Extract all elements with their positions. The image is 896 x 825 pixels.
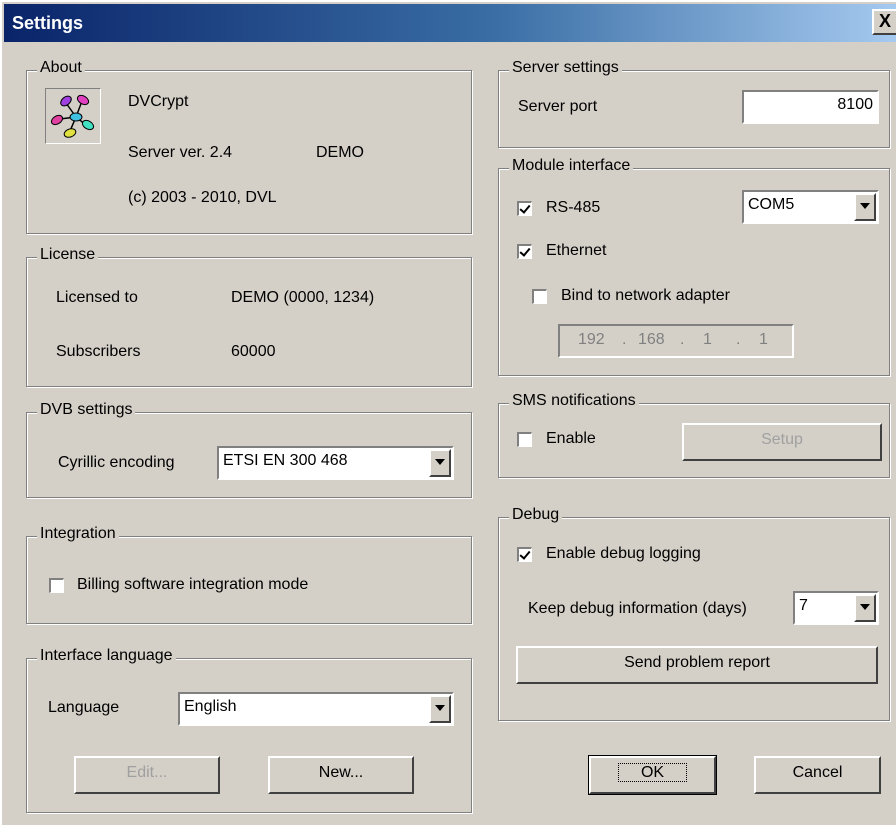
chevron-down-icon[interactable] bbox=[429, 449, 451, 477]
billing-integration-checkbox[interactable] bbox=[49, 578, 64, 593]
cancel-button[interactable]: Cancel bbox=[754, 756, 881, 794]
ip-octet-4: 1 bbox=[759, 331, 768, 348]
edit-language-button[interactable]: Edit... bbox=[74, 756, 220, 794]
close-icon: X bbox=[878, 11, 891, 31]
ok-button[interactable]: OK bbox=[588, 755, 717, 795]
ip-octet-1: 192 bbox=[578, 331, 605, 348]
licensed-to-value: DEMO (0000, 1234) bbox=[231, 289, 375, 306]
billing-integration-label[interactable]: Billing software integration mode bbox=[77, 576, 308, 594]
ip-octet-3: 1 bbox=[703, 331, 712, 348]
close-button[interactable]: X bbox=[872, 9, 896, 35]
new-language-button[interactable]: New... bbox=[268, 756, 414, 794]
subscribers-label: Subscribers bbox=[56, 343, 141, 360]
sms-setup-button[interactable]: Setup bbox=[682, 423, 882, 461]
cyrillic-encoding-select[interactable]: ETSI EN 300 468 bbox=[217, 446, 454, 480]
title-bar[interactable]: Settings X bbox=[4, 4, 896, 42]
keep-debug-label: Keep debug information (days) bbox=[528, 600, 747, 617]
ip-dot: . bbox=[680, 331, 685, 348]
debug-group-title: Debug bbox=[509, 506, 563, 524]
about-group-title: About bbox=[37, 59, 85, 77]
bind-adapter-label[interactable]: Bind to network adapter bbox=[561, 287, 730, 305]
debug-logging-label[interactable]: Enable debug logging bbox=[546, 545, 701, 563]
window-title: Settings bbox=[12, 13, 84, 33]
chevron-down-icon[interactable] bbox=[854, 193, 876, 221]
copyright-text: (c) 2003 - 2010, DVL bbox=[128, 189, 277, 206]
dvb-settings-group-title: DVB settings bbox=[37, 401, 136, 419]
subscribers-value: 60000 bbox=[231, 343, 276, 360]
language-value: English bbox=[184, 698, 237, 715]
send-problem-report-button[interactable]: Send problem report bbox=[516, 646, 878, 684]
licensed-to-label: Licensed to bbox=[56, 289, 138, 306]
chevron-down-icon[interactable] bbox=[854, 594, 876, 622]
com-port-value: COM5 bbox=[748, 196, 795, 213]
com-port-select[interactable]: COM5 bbox=[742, 190, 879, 224]
ip-dot: . bbox=[622, 331, 627, 348]
edition-label: DEMO bbox=[316, 144, 364, 161]
language-label: Language bbox=[48, 699, 120, 716]
sms-enable-label[interactable]: Enable bbox=[546, 430, 596, 448]
license-group: License bbox=[26, 246, 472, 387]
server-port-label: Server port bbox=[518, 98, 598, 115]
license-group-title: License bbox=[37, 246, 99, 264]
language-select[interactable]: English bbox=[178, 692, 454, 726]
sms-notifications-group-title: SMS notifications bbox=[509, 392, 639, 410]
debug-logging-checkbox[interactable] bbox=[517, 547, 532, 562]
server-port-input[interactable]: 8100 bbox=[742, 90, 879, 124]
ethernet-label[interactable]: Ethernet bbox=[546, 242, 606, 260]
sms-enable-checkbox[interactable] bbox=[517, 432, 532, 447]
server-version: Server ver. 2.4 bbox=[128, 144, 233, 161]
keep-debug-value: 7 bbox=[799, 597, 808, 614]
integration-group-title: Integration bbox=[37, 525, 119, 543]
ip-octet-2: 168 bbox=[638, 331, 665, 348]
cyrillic-encoding-label: Cyrillic encoding bbox=[58, 454, 175, 471]
product-name: DVCrypt bbox=[128, 93, 189, 110]
bind-adapter-checkbox[interactable] bbox=[532, 289, 547, 304]
cyrillic-encoding-value: ETSI EN 300 468 bbox=[223, 452, 348, 469]
interface-language-group-title: Interface language bbox=[37, 647, 176, 665]
ethernet-checkbox[interactable] bbox=[517, 244, 532, 259]
ip-dot: . bbox=[736, 331, 741, 348]
chevron-down-icon[interactable] bbox=[429, 695, 451, 723]
settings-dialog: Settings X About DVCrypt Server ver. 2.4… bbox=[0, 0, 896, 825]
module-interface-group-title: Module interface bbox=[509, 157, 634, 175]
server-port-value: 8100 bbox=[837, 96, 873, 113]
server-settings-group-title: Server settings bbox=[509, 59, 622, 77]
ip-address-input[interactable]: 192 . 168 . 1 . 1 bbox=[558, 324, 794, 358]
dvcrypt-app-icon bbox=[45, 88, 101, 144]
rs485-checkbox[interactable] bbox=[517, 201, 532, 216]
keep-debug-select[interactable]: 7 bbox=[793, 591, 879, 625]
rs485-label[interactable]: RS-485 bbox=[546, 199, 600, 217]
